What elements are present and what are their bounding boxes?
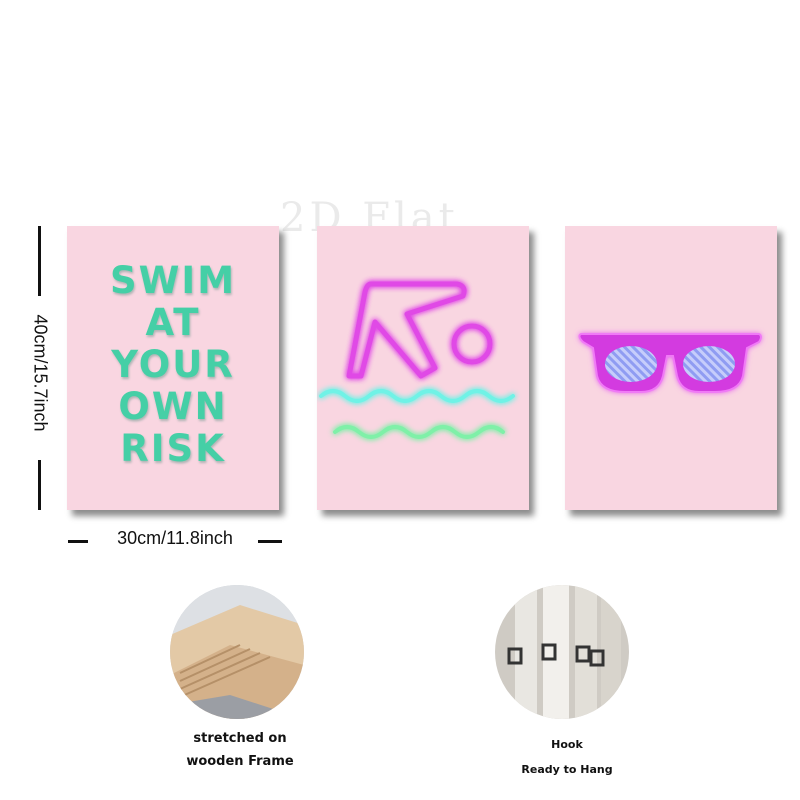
swimmer-neon-icon: [319, 281, 515, 439]
poster-line: OWN: [118, 385, 228, 428]
feature-caption-line: stretched on: [193, 731, 287, 746]
feature-caption-line: wooden Frame: [186, 754, 294, 769]
poster-line: AT: [145, 301, 201, 344]
feature-caption-line: Ready to Hang: [521, 763, 613, 776]
poster-line: YOUR: [111, 343, 235, 386]
feature-caption-line: Hook: [551, 738, 583, 751]
height-dimension-line: [38, 460, 41, 510]
poster-sunglasses: [565, 226, 777, 510]
width-dimension-line: [258, 540, 282, 543]
height-dimension-label: 40cm/15.7inch: [28, 296, 52, 450]
poster-swim-at-your-own-risk: SWIM AT YOUR OWN RISK: [67, 226, 279, 510]
poster-swimmer: [317, 226, 529, 510]
height-dimension-text: 40cm/15.7inch: [30, 314, 51, 432]
poster-line: RISK: [120, 427, 226, 470]
feature-caption: Hook Ready to Hang: [487, 738, 647, 776]
feature-caption: stretched on wooden Frame: [160, 731, 320, 769]
poster-line: SWIM: [109, 259, 237, 302]
height-dimension-line: [38, 226, 41, 296]
width-dimension-text: 30cm/11.8inch: [117, 528, 233, 548]
wooden-frame-photo: [170, 585, 304, 719]
hook-photo: [495, 585, 629, 719]
poster-text: SWIM AT YOUR OWN RISK: [67, 260, 279, 470]
sunglasses-neon-icon: [578, 333, 762, 393]
width-dimension: 30cm/11.8inch: [68, 528, 282, 554]
